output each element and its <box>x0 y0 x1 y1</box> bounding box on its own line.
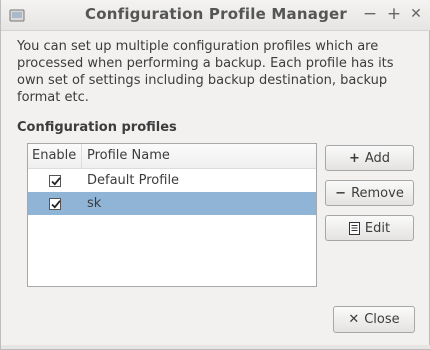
profile-name: sk <box>87 196 102 211</box>
section-title: Configuration profiles <box>17 120 177 135</box>
close-window-button[interactable]: ✕ <box>407 4 425 24</box>
minimize-button[interactable]: − <box>361 4 379 24</box>
table-row[interactable]: Default Profile <box>28 169 316 192</box>
edit-button[interactable]: Edit <box>325 215 414 241</box>
add-button[interactable]: + Add <box>325 145 414 171</box>
column-header-profile-name[interactable]: Profile Name <box>82 144 316 168</box>
profiles-table: Enable Profile Name Default Profile sk <box>27 143 317 287</box>
minus-icon: − <box>335 185 347 201</box>
table-row[interactable]: sk <box>28 192 316 215</box>
check-icon <box>51 176 61 186</box>
maximize-button[interactable]: + <box>385 4 403 24</box>
enable-cell <box>28 197 82 210</box>
document-icon <box>348 221 360 235</box>
enable-checkbox[interactable] <box>49 174 61 187</box>
profile-name: Default Profile <box>87 173 180 188</box>
remove-label: Remove <box>351 185 404 201</box>
intro-text: You can set up multiple configuration pr… <box>17 39 394 105</box>
remove-button[interactable]: − Remove <box>325 180 414 206</box>
profile-manager-window: Configuration Profile Manager − + ✕ You … <box>0 0 430 350</box>
enable-checkbox[interactable] <box>49 197 61 210</box>
close-icon: ✕ <box>348 312 360 327</box>
edit-label: Edit <box>364 220 391 236</box>
enable-cell <box>28 174 82 187</box>
close-label: Close <box>364 312 400 327</box>
check-icon <box>51 199 61 209</box>
bottom-edge <box>1 345 430 349</box>
plus-icon: + <box>348 150 360 166</box>
table-header: Enable Profile Name <box>28 144 316 169</box>
add-label: Add <box>364 150 391 166</box>
close-button[interactable]: ✕ Close <box>333 306 415 333</box>
title-bar[interactable]: Configuration Profile Manager − + ✕ <box>1 0 430 31</box>
column-header-enable[interactable]: Enable <box>28 144 82 168</box>
